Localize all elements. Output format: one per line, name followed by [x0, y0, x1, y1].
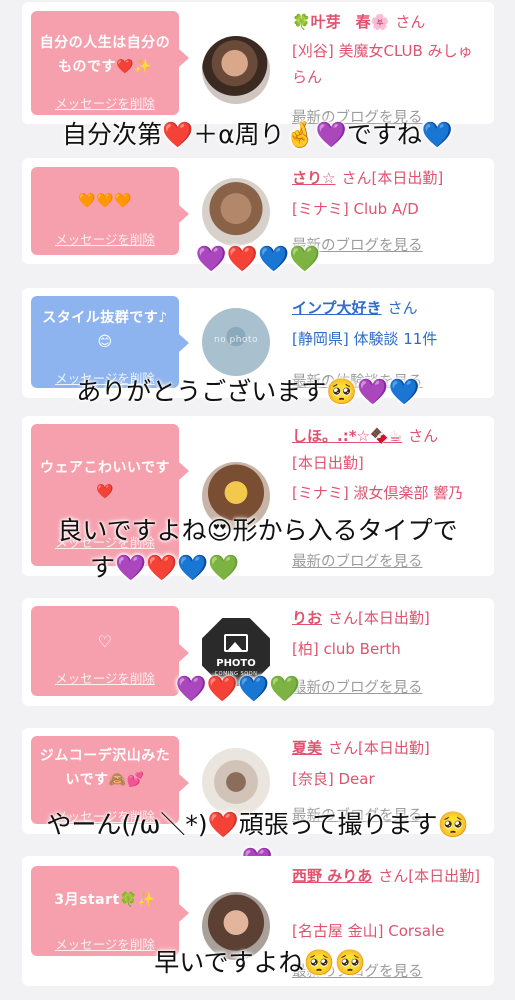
latest-blog-link[interactable]: 最新のブログを見る: [292, 550, 423, 571]
avatar[interactable]: [202, 748, 270, 816]
honorific: さん: [378, 867, 409, 885]
avatar[interactable]: [202, 36, 270, 104]
message-text: ウェアこわいいです❤️: [39, 460, 171, 500]
message-card: 自分の人生は自分のものです❤️✨ メッセージを削除 🍀叶芽 春🌸 さん [刈谷] …: [22, 2, 494, 126]
name-line: インプ大好き さん: [292, 296, 486, 320]
overlay-caption: 自分次第❤️＋α周り🤞💜ですね💙: [62, 120, 453, 149]
profile-info: インプ大好き さん [静岡県] 体験談 11件: [292, 296, 486, 352]
profile-name-link[interactable]: さり☆: [292, 169, 335, 187]
overlay-caption: す💜❤️💙💚: [90, 553, 240, 582]
name-line: 🍀叶芽 春🌸 さん: [292, 10, 486, 34]
profile-info: 🍀叶芽 春🌸 さん [刈谷] 美魔女CLUB みしゅらん: [292, 10, 486, 90]
honorific: さん: [341, 169, 372, 187]
overlay-caption: 良いですよね😍形から入るタイプで: [57, 516, 458, 545]
status-badge: [本日出勤]: [358, 739, 430, 757]
overlay-caption: やーん(/ω＼*)❤️頑張って撮ります🥺: [46, 810, 469, 839]
message-bubble: スタイル抜群です♪😊 メッセージを削除: [31, 296, 189, 388]
honorific: さん: [395, 13, 426, 31]
profile-name-link[interactable]: インプ大好き: [292, 299, 382, 317]
profile-info: さり☆ さん[本日出勤] [ミナミ] Club A/D: [292, 166, 486, 222]
no-photo-icon[interactable]: no photo: [202, 308, 270, 376]
status-badge: [本日出勤]: [358, 609, 430, 627]
no-photo-label: no photo: [213, 335, 259, 345]
overlay-caption: 💜❤️💙💚: [175, 674, 301, 703]
profile-name-link[interactable]: 西野 みりあ: [292, 867, 372, 885]
shop-info: [奈良] Dear: [292, 770, 375, 788]
message-text: 🧡🧡🧡: [78, 193, 132, 209]
shop-info: [柏] club Berth: [292, 640, 401, 658]
message-bubble: 🧡🧡🧡 メッセージを削除: [31, 167, 189, 255]
mountain-icon: [228, 642, 242, 650]
delete-message-link[interactable]: メッセージを削除: [31, 93, 179, 112]
shop-info: [名古屋 金山] Corsale: [292, 922, 445, 940]
honorific: さん: [328, 609, 359, 627]
message-bubble: 3月start🍀✨ メッセージを削除: [31, 866, 189, 956]
message-text: ♡: [97, 632, 113, 651]
name-line: 西野 みりあ さん[本日出勤]: [292, 864, 486, 888]
profile-name-link[interactable]: りお: [292, 609, 322, 627]
message-bubble: 自分の人生は自分のものです❤️✨ メッセージを削除: [31, 11, 189, 115]
profile-name-link[interactable]: 夏美: [292, 739, 322, 757]
name-line: しほ。.:*☆🍫☕ さん: [292, 424, 486, 448]
overlay-caption: 💜❤️💙💚: [195, 244, 321, 273]
honorific: さん: [408, 427, 439, 445]
name-line: りお さん[本日出勤]: [292, 606, 486, 630]
name-line: さり☆ さん[本日出勤]: [292, 166, 486, 190]
avatar[interactable]: [202, 178, 270, 246]
honorific: さん: [328, 739, 359, 757]
message-card: ウェアこわいいです❤️ メッセージを削除 しほ。.:*☆🍫☕ さん [本日出勤] …: [22, 416, 494, 576]
honorific: さん: [387, 299, 418, 317]
profile-name-link[interactable]: 🍀叶芽 春🌸: [292, 13, 389, 31]
status-badge: [本日出勤]: [292, 454, 364, 472]
profile-info: しほ。.:*☆🍫☕ さん [本日出勤] [ミナミ] 淑女倶楽部 響乃: [292, 424, 486, 506]
overlay-caption: 早いですよね🥺🥺: [154, 948, 366, 977]
shop-info: [ミナミ] 淑女倶楽部 響乃: [292, 484, 464, 502]
profile-info: 西野 みりあ さん[本日出勤] [名古屋 金山] Corsale: [292, 864, 486, 944]
name-line: 夏美 さん[本日出勤]: [292, 736, 486, 760]
shop-info: [刈谷] 美魔女CLUB みしゅらん: [292, 42, 473, 86]
profile-info: 夏美 さん[本日出勤] [奈良] Dear: [292, 736, 486, 792]
status-badge: [本日出勤]: [408, 867, 480, 885]
shop-info: [ミナミ] Club A/D: [292, 200, 419, 218]
message-text: ジムコーデ沢山みたいです🙈💕: [39, 748, 171, 788]
shop-info: [静岡県] 体験談 11件: [292, 330, 438, 348]
profile-info: りお さん[本日出勤] [柏] club Berth: [292, 606, 486, 662]
message-text: 自分の人生は自分のものです❤️✨: [39, 35, 171, 75]
message-text: 3月start🍀✨: [54, 892, 156, 908]
profile-name-link[interactable]: しほ。.:*☆🍫☕: [292, 427, 402, 445]
message-text: スタイル抜群です♪😊: [42, 310, 168, 350]
overlay-caption: ありがとうございます🥺💜💙: [76, 377, 420, 406]
status-badge: [本日出勤]: [371, 169, 444, 187]
coming-soon-title: PHOTO: [216, 658, 256, 669]
